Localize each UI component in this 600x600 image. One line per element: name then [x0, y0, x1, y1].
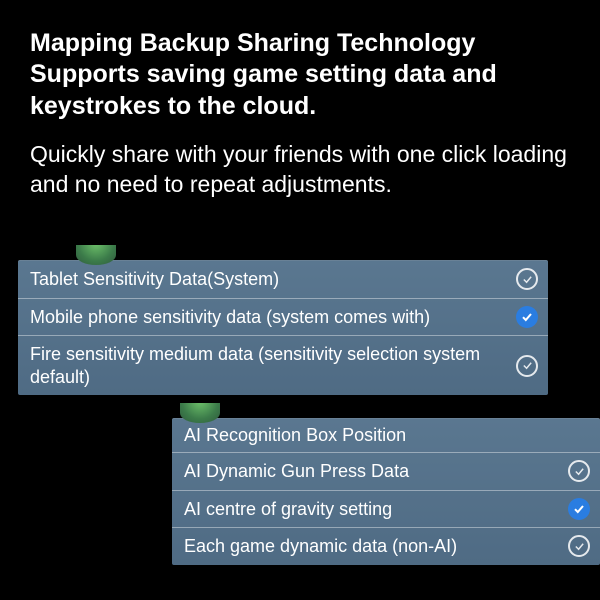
list-item[interactable]: AI centre of gravity setting: [172, 491, 600, 529]
panel-header: AI Recognition Box Position: [172, 419, 600, 453]
check-circle-icon[interactable]: [516, 268, 538, 290]
list-item[interactable]: AI Dynamic Gun Press Data: [172, 453, 600, 491]
check-circle-icon[interactable]: [516, 306, 538, 328]
orb-icon: [76, 245, 116, 265]
list-item-label: Each game dynamic data (non-AI): [184, 535, 558, 558]
headline: Mapping Backup Sharing Technology Suppor…: [0, 0, 600, 122]
list-item[interactable]: Tablet Sensitivity Data(System): [18, 261, 548, 299]
orb-icon: [180, 403, 220, 423]
list-item-label: Tablet Sensitivity Data(System): [30, 268, 506, 291]
list-item[interactable]: Fire sensitivity medium data (sensitivit…: [18, 336, 548, 395]
list-item-label: Mobile phone sensitivity data (system co…: [30, 306, 506, 329]
list-item-label: Fire sensitivity medium data (sensitivit…: [30, 343, 506, 388]
check-circle-icon[interactable]: [568, 460, 590, 482]
check-circle-icon[interactable]: [568, 498, 590, 520]
check-circle-icon[interactable]: [568, 535, 590, 557]
list-item-label: AI centre of gravity setting: [184, 498, 558, 521]
list-item[interactable]: Each game dynamic data (non-AI): [172, 528, 600, 565]
ai-panel: AI Recognition Box Position AI Dynamic G…: [172, 418, 600, 565]
subhead: Quickly share with your friends with one…: [0, 122, 600, 200]
check-circle-icon[interactable]: [516, 355, 538, 377]
list-item[interactable]: Mobile phone sensitivity data (system co…: [18, 299, 548, 337]
list-item-label: AI Dynamic Gun Press Data: [184, 460, 558, 483]
sensitivity-panel: Tablet Sensitivity Data(System) Mobile p…: [18, 260, 548, 395]
